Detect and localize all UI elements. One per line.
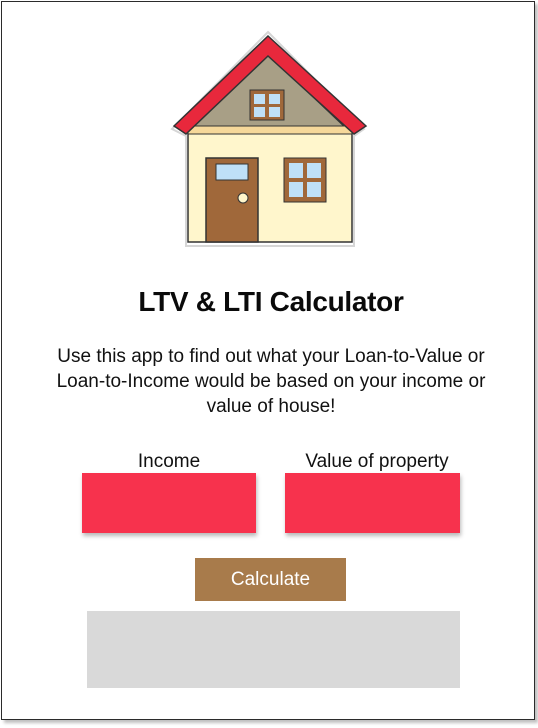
property-value-input[interactable] [285, 473, 460, 533]
calculate-button[interactable]: Calculate [195, 558, 346, 601]
app-frame: LTV & LTI Calculator Use this app to fin… [1, 1, 535, 720]
page-title: LTV & LTI Calculator [138, 286, 404, 317]
income-input[interactable] [82, 473, 256, 533]
property-value-label: Value of property [305, 451, 449, 472]
result-box [87, 611, 460, 688]
house-icon [170, 30, 368, 247]
app-description: Use this app to find out what your Loan-… [56, 346, 486, 417]
income-label: Income [137, 451, 201, 472]
